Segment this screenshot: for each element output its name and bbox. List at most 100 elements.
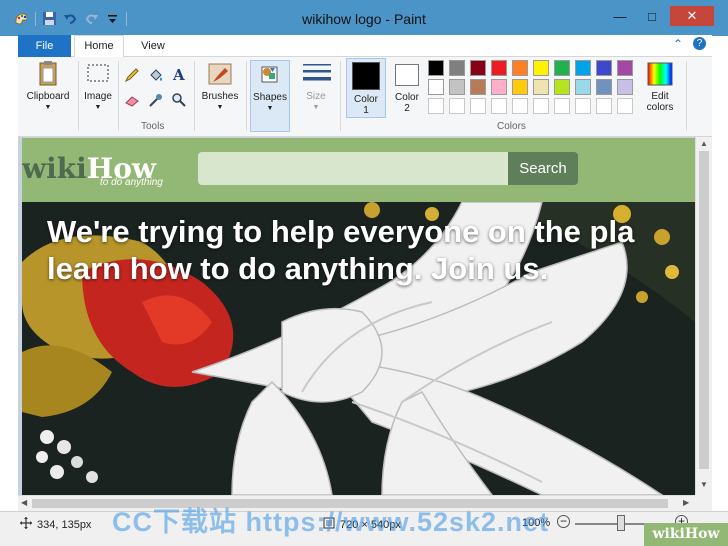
shapes-button[interactable]: Shapes ▼: [250, 60, 290, 132]
size-dropdown-icon: ▼: [312, 104, 320, 111]
palette-swatch[interactable]: [470, 79, 486, 95]
vertical-scroll-thumb[interactable]: [699, 151, 709, 469]
palette-swatch[interactable]: [533, 98, 549, 114]
brushes-dropdown-icon: ▼: [216, 104, 224, 111]
zoom-out-button[interactable]: −: [557, 515, 570, 528]
palette-swatch[interactable]: [428, 60, 444, 76]
palette-swatch[interactable]: [596, 98, 612, 114]
edit-colors-label: Edit colors: [646, 91, 674, 113]
clipboard-dropdown-icon: ▼: [44, 104, 52, 111]
title-bar: wikihow logo - Paint — □ ✕: [0, 0, 728, 36]
cursor-move-icon: [20, 517, 32, 532]
palette-swatch[interactable]: [533, 79, 549, 95]
cursor-position: 334, 135px: [20, 517, 91, 532]
color-picker-icon[interactable]: [148, 92, 164, 108]
color1-button[interactable]: Color 1: [346, 58, 386, 118]
palette-swatch[interactable]: [491, 79, 507, 95]
vertical-scrollbar[interactable]: ▲ ▼: [695, 137, 712, 495]
close-icon: ✕: [686, 8, 698, 23]
wikihow-tagline: to do anything: [100, 177, 163, 188]
palette-swatch[interactable]: [596, 79, 612, 95]
cursor-position-text: 334, 135px: [37, 518, 92, 531]
ribbon-separator: [118, 61, 119, 131]
scroll-up-icon[interactable]: ▲: [700, 139, 708, 148]
image-dropdown-icon: ▼: [94, 104, 102, 111]
palette-swatch[interactable]: [428, 98, 444, 114]
color1-label: Color 1: [354, 94, 378, 116]
brushes-button[interactable]: Brushes ▼: [198, 60, 242, 130]
palette-swatch[interactable]: [491, 60, 507, 76]
ribbon-right-controls: ⌃ ?: [673, 37, 706, 51]
wikihow-header: wikiHow to do anything Search: [22, 138, 695, 202]
color2-button[interactable]: Color 2: [388, 58, 426, 118]
edit-colors-button[interactable]: Edit colors: [638, 60, 682, 120]
shapes-icon: [255, 61, 285, 89]
size-button[interactable]: Size ▼: [296, 60, 336, 130]
color2-label: Color 2: [395, 92, 419, 114]
maximize-icon: □: [648, 8, 656, 24]
shapes-label: Shapes: [253, 92, 287, 103]
collapse-ribbon-icon[interactable]: ⌃: [673, 37, 683, 51]
ribbon-tabs: File Home View ⌃ ?: [18, 35, 712, 58]
palette-swatch[interactable]: [449, 79, 465, 95]
size-label: Size: [306, 91, 326, 102]
scrollbar-corner: [695, 495, 712, 511]
palette-swatch[interactable]: [575, 98, 591, 114]
palette-swatch[interactable]: [617, 98, 633, 114]
clipboard-label: Clipboard: [26, 91, 70, 102]
palette-swatch[interactable]: [512, 79, 528, 95]
magnifier-icon[interactable]: [171, 92, 187, 108]
zoom-slider-thumb[interactable]: [617, 515, 625, 531]
logo-wiki-text: wiki: [22, 152, 87, 185]
maximize-button[interactable]: □: [638, 6, 666, 26]
line-size-icon: [301, 60, 331, 88]
clipboard-button[interactable]: Clipboard ▼: [22, 60, 74, 130]
help-icon[interactable]: ?: [693, 37, 706, 50]
palette-swatch[interactable]: [617, 79, 633, 95]
fill-icon[interactable]: [148, 67, 164, 83]
zoom-out-icon: −: [559, 514, 567, 528]
scroll-right-icon[interactable]: ▶: [683, 498, 689, 507]
scroll-left-icon[interactable]: ◀: [21, 498, 27, 507]
palette-swatch[interactable]: [617, 60, 633, 76]
palette-swatch[interactable]: [470, 60, 486, 76]
palette-swatch[interactable]: [554, 98, 570, 114]
colors-group-label: Colors: [497, 121, 526, 132]
wikihow-search-button: Search: [508, 152, 578, 185]
image-button[interactable]: Image ▼: [80, 60, 116, 130]
palette-swatch[interactable]: [512, 60, 528, 76]
ribbon-separator: [78, 61, 79, 131]
palette-swatch[interactable]: [575, 79, 591, 95]
palette-swatch[interactable]: [575, 60, 591, 76]
minimize-button[interactable]: —: [606, 6, 634, 26]
palette-swatch[interactable]: [533, 60, 549, 76]
eraser-icon[interactable]: [124, 92, 140, 108]
ribbon-separator: [340, 61, 341, 131]
tab-file[interactable]: File: [18, 35, 71, 57]
palette-swatch[interactable]: [470, 98, 486, 114]
select-icon: [83, 60, 113, 88]
close-button[interactable]: ✕: [670, 6, 714, 26]
brushes-label: Brushes: [201, 91, 239, 102]
palette-swatch[interactable]: [491, 98, 507, 114]
palette-swatch[interactable]: [554, 79, 570, 95]
palette-swatch[interactable]: [428, 79, 444, 95]
shapes-dropdown-icon: ▼: [266, 105, 274, 112]
tab-view[interactable]: View: [130, 35, 176, 57]
color1-swatch: [352, 62, 380, 90]
color2-swatch: [395, 64, 419, 86]
pencil-icon[interactable]: [124, 67, 140, 83]
palette-swatch[interactable]: [449, 98, 465, 114]
wikihow-search-box: [198, 152, 508, 185]
text-icon[interactable]: A: [171, 66, 187, 84]
palette-swatch[interactable]: [554, 60, 570, 76]
scroll-down-icon[interactable]: ▼: [700, 480, 708, 489]
ribbon-separator: [194, 61, 195, 131]
tab-home[interactable]: Home: [74, 35, 124, 58]
headline-line-1: We're trying to help everyone on the pla: [47, 214, 635, 249]
palette-swatch[interactable]: [449, 60, 465, 76]
palette-swatch[interactable]: [512, 98, 528, 114]
palette-swatch[interactable]: [596, 60, 612, 76]
canvas-image[interactable]: wikiHow to do anything Search We're tryi…: [22, 138, 695, 495]
image-label: Image: [84, 91, 112, 102]
